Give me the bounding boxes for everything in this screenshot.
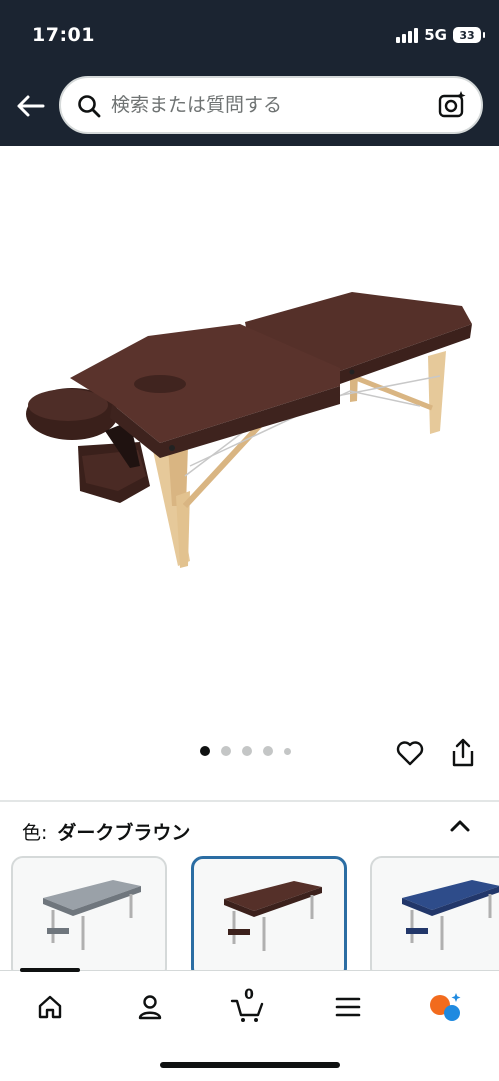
tab-menu[interactable]: [328, 987, 368, 1027]
carousel-dots: [200, 746, 291, 756]
carousel-dot[interactable]: [200, 746, 210, 756]
product-image[interactable]: [0, 146, 499, 736]
share-button[interactable]: [450, 738, 478, 768]
tab-home[interactable]: [30, 987, 70, 1027]
tab-cart[interactable]: 0: [228, 987, 268, 1027]
status-time: 17:01: [32, 24, 95, 46]
tab-active-indicator: [20, 968, 80, 972]
table-top: [70, 292, 472, 458]
home-icon: [38, 995, 62, 1019]
chevron-up-icon: [450, 820, 470, 832]
tab-rufus[interactable]: [426, 987, 466, 1027]
variant-swatches: [0, 856, 499, 972]
camera-search-icon[interactable]: [437, 90, 467, 120]
cart-count: 0: [244, 987, 254, 1003]
person-icon: [138, 995, 162, 1020]
battery-icon: 33: [453, 27, 485, 43]
variant-value: ダークブラウン: [57, 822, 191, 844]
collapse-button[interactable]: [449, 818, 471, 836]
assistant-icon: [430, 993, 461, 1021]
swatch-navy[interactable]: [370, 856, 499, 972]
divider: [0, 800, 499, 802]
swatch-dark-brown[interactable]: [191, 856, 347, 972]
wishlist-button[interactable]: [396, 740, 424, 768]
search-input[interactable]: [111, 90, 421, 120]
variant-row: 色: ダークブラウン: [22, 818, 190, 845]
carousel-dot[interactable]: [263, 746, 273, 756]
signal-icon: [396, 27, 419, 43]
swatch-gray-image: [43, 880, 141, 950]
swatch-dark-brown-image: [224, 881, 322, 951]
variant-label: 色:: [22, 822, 48, 844]
share-icon: [452, 738, 474, 767]
search-icon: [78, 95, 101, 118]
back-button[interactable]: [12, 88, 48, 124]
network-label: 5G: [424, 26, 447, 44]
swatch-navy-image: [402, 880, 499, 950]
carousel-dot[interactable]: [284, 747, 291, 755]
carousel-dot[interactable]: [242, 746, 252, 756]
heart-icon: [396, 741, 424, 766]
swatch-gray[interactable]: [11, 856, 167, 972]
carousel-dot[interactable]: [221, 746, 231, 756]
home-indicator: [160, 1062, 340, 1068]
back-arrow-icon: [17, 95, 45, 117]
search-bar[interactable]: [59, 76, 483, 134]
menu-icon: [335, 997, 361, 1017]
header: 17:01 5G 33: [0, 0, 499, 146]
status-indicators: 5G 33: [396, 26, 485, 44]
tab-account[interactable]: [130, 987, 170, 1027]
